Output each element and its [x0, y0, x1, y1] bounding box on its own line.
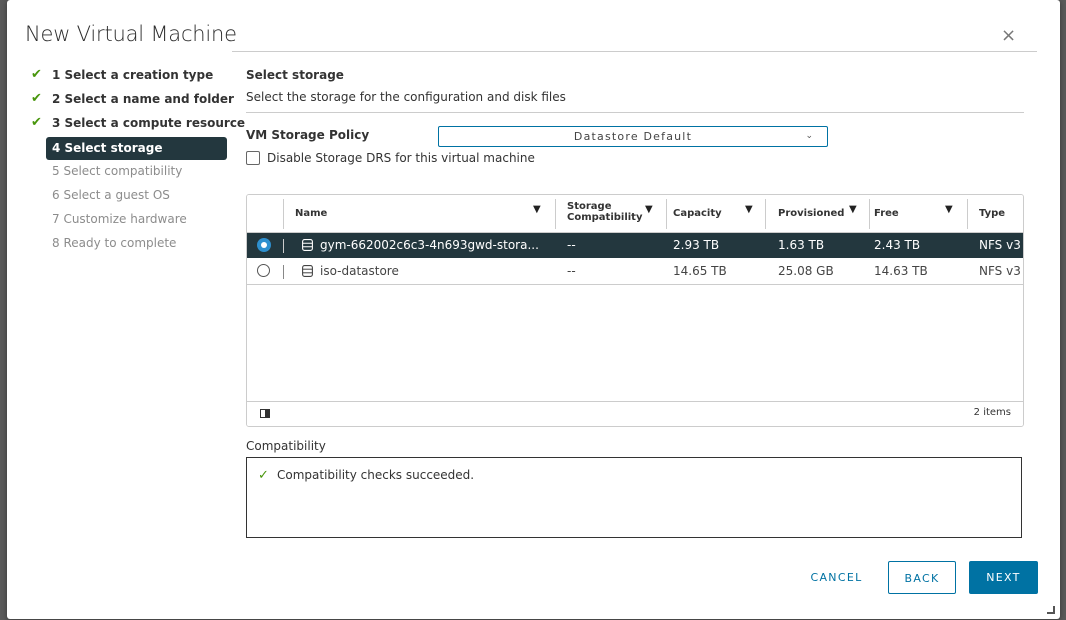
wizard-steps: ✔ 1 Select a creation type ✔ 2 Select a …	[31, 65, 245, 257]
step-label: 8 Ready to complete	[52, 236, 177, 250]
checkmark-icon: ✔	[31, 91, 42, 106]
step-label: 1 Select a creation type	[52, 68, 214, 82]
cell-free: 2.43 TB	[874, 238, 921, 252]
step-compatibility: 5 Select compatibility	[31, 161, 231, 185]
column-title: Free	[874, 208, 899, 219]
column-title: Provisioned	[778, 208, 845, 219]
step-label: 4 Select storage	[52, 141, 163, 155]
compatibility-box: ✓ Compatibility checks succeeded.	[246, 457, 1022, 538]
column-header-free[interactable]: Free ▼	[869, 195, 967, 232]
column-header-provisioned[interactable]: Provisioned ▼	[765, 195, 869, 232]
filter-icon[interactable]: ▼	[645, 204, 653, 215]
step-label: 3 Select a compute resource	[52, 116, 246, 130]
compatibility-message: Compatibility checks succeeded.	[277, 468, 475, 482]
cell-type: NFS v3	[979, 264, 1021, 278]
column-header-type[interactable]: Type	[967, 195, 1023, 232]
success-check-icon: ✓	[258, 468, 269, 483]
disable-drs-checkbox[interactable]	[246, 151, 260, 165]
section-divider	[246, 112, 1024, 113]
step-guest-os: 6 Select a guest OS	[31, 185, 231, 209]
section-title: Select storage	[246, 68, 344, 82]
datastore-icon	[302, 239, 313, 251]
storage-policy-select[interactable]: Datastore Default ⌄	[438, 126, 828, 147]
dialog-title: New Virtual Machine	[25, 22, 237, 46]
column-separator	[765, 199, 766, 229]
filter-icon[interactable]: ▼	[849, 204, 857, 215]
column-title-line1: Storage	[567, 201, 612, 212]
cancel-button[interactable]: CANCEL	[809, 561, 864, 594]
datastore-icon	[302, 265, 313, 277]
filter-icon[interactable]: ▼	[945, 204, 953, 215]
cell-free: 14.63 TB	[874, 264, 928, 278]
next-button[interactable]: NEXT	[969, 561, 1038, 594]
cell-name: iso-datastore	[320, 264, 399, 278]
column-separator	[967, 199, 968, 229]
step-ready-to-complete: 8 Ready to complete	[31, 233, 231, 257]
step-label: 2 Select a name and folder	[52, 92, 234, 106]
step-name-folder[interactable]: ✔ 2 Select a name and folder	[31, 89, 234, 113]
column-separator	[555, 199, 556, 229]
back-button[interactable]: BACK	[888, 561, 956, 594]
column-title: Name	[295, 208, 328, 219]
checkmark-icon: ✔	[31, 67, 42, 82]
column-title: Type	[979, 208, 1006, 219]
row-radio[interactable]	[257, 264, 270, 277]
cell-capacity: 14.65 TB	[673, 264, 727, 278]
step-compute-resource[interactable]: ✔ 3 Select a compute resource	[31, 113, 245, 137]
column-separator	[869, 199, 870, 229]
grid-header: Name ▼ Storage Compatibility ▼ Capacity …	[247, 195, 1023, 233]
cell-compat: --	[567, 238, 576, 252]
column-title-line2: Compatibility	[567, 212, 643, 223]
grid-footer: 2 items	[247, 401, 1023, 426]
cell-type: NFS v3	[979, 238, 1021, 252]
title-divider	[232, 51, 1037, 52]
checkmark-icon: ✔	[31, 115, 42, 130]
chevron-down-icon: ⌄	[805, 131, 813, 141]
table-row[interactable]: iso-datastore -- 14.65 TB 25.08 GB 14.63…	[247, 259, 1023, 285]
step-creation-type[interactable]: ✔ 1 Select a creation type	[31, 65, 231, 89]
row-separator	[283, 265, 284, 279]
filter-icon[interactable]: ▼	[533, 204, 541, 215]
disable-drs-label: Disable Storage DRS for this virtual mac…	[267, 151, 535, 165]
step-label: 5 Select compatibility	[52, 164, 183, 178]
step-customize-hardware: 7 Customize hardware	[31, 209, 231, 233]
section-description: Select the storage for the configuration…	[246, 90, 566, 104]
cell-provisioned: 1.63 TB	[778, 238, 825, 252]
cell-provisioned: 25.08 GB	[778, 264, 834, 278]
row-separator	[283, 239, 284, 253]
storage-policy-label: VM Storage Policy	[246, 128, 370, 142]
resize-handle-icon[interactable]	[1047, 606, 1055, 614]
column-header-capacity[interactable]: Capacity ▼	[666, 195, 765, 232]
column-header-storage-compatibility[interactable]: Storage Compatibility ▼	[555, 195, 666, 232]
cell-compat: --	[567, 264, 576, 278]
datastore-grid: Name ▼ Storage Compatibility ▼ Capacity …	[246, 194, 1024, 427]
filter-icon[interactable]: ▼	[745, 204, 753, 215]
step-label: 7 Customize hardware	[52, 212, 187, 226]
row-radio-selected[interactable]	[257, 238, 271, 252]
column-header-name[interactable]: Name ▼	[283, 195, 555, 232]
column-title: Capacity	[673, 208, 722, 219]
compatibility-label: Compatibility	[246, 439, 326, 453]
item-count: 2 items	[973, 407, 1011, 418]
step-select-storage[interactable]: 4 Select storage	[31, 137, 231, 161]
new-vm-dialog: New Virtual Machine × ✔ 1 Select a creat…	[7, 0, 1060, 619]
column-separator	[283, 199, 284, 229]
close-icon[interactable]: ×	[1001, 26, 1016, 46]
column-separator	[666, 199, 667, 229]
table-row[interactable]: gym-662002c6c3-4n693gwd-stora... -- 2.93…	[247, 233, 1023, 258]
cell-capacity: 2.93 TB	[673, 238, 720, 252]
step-label: 6 Select a guest OS	[52, 188, 170, 202]
storage-policy-value: Datastore Default	[573, 130, 693, 143]
cell-name: gym-662002c6c3-4n693gwd-stora...	[320, 238, 539, 252]
column-toggle-icon[interactable]	[260, 409, 270, 418]
